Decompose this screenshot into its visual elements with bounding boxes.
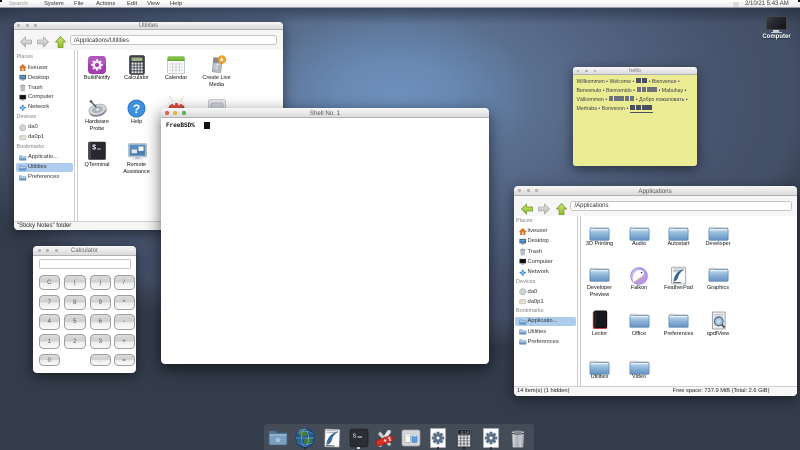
svg-text:?: ? [133,101,141,115]
svg-text:$: $ [92,145,96,153]
svg-text:3.14: 3.14 [461,431,469,435]
svg-text:s: s [352,432,357,440]
